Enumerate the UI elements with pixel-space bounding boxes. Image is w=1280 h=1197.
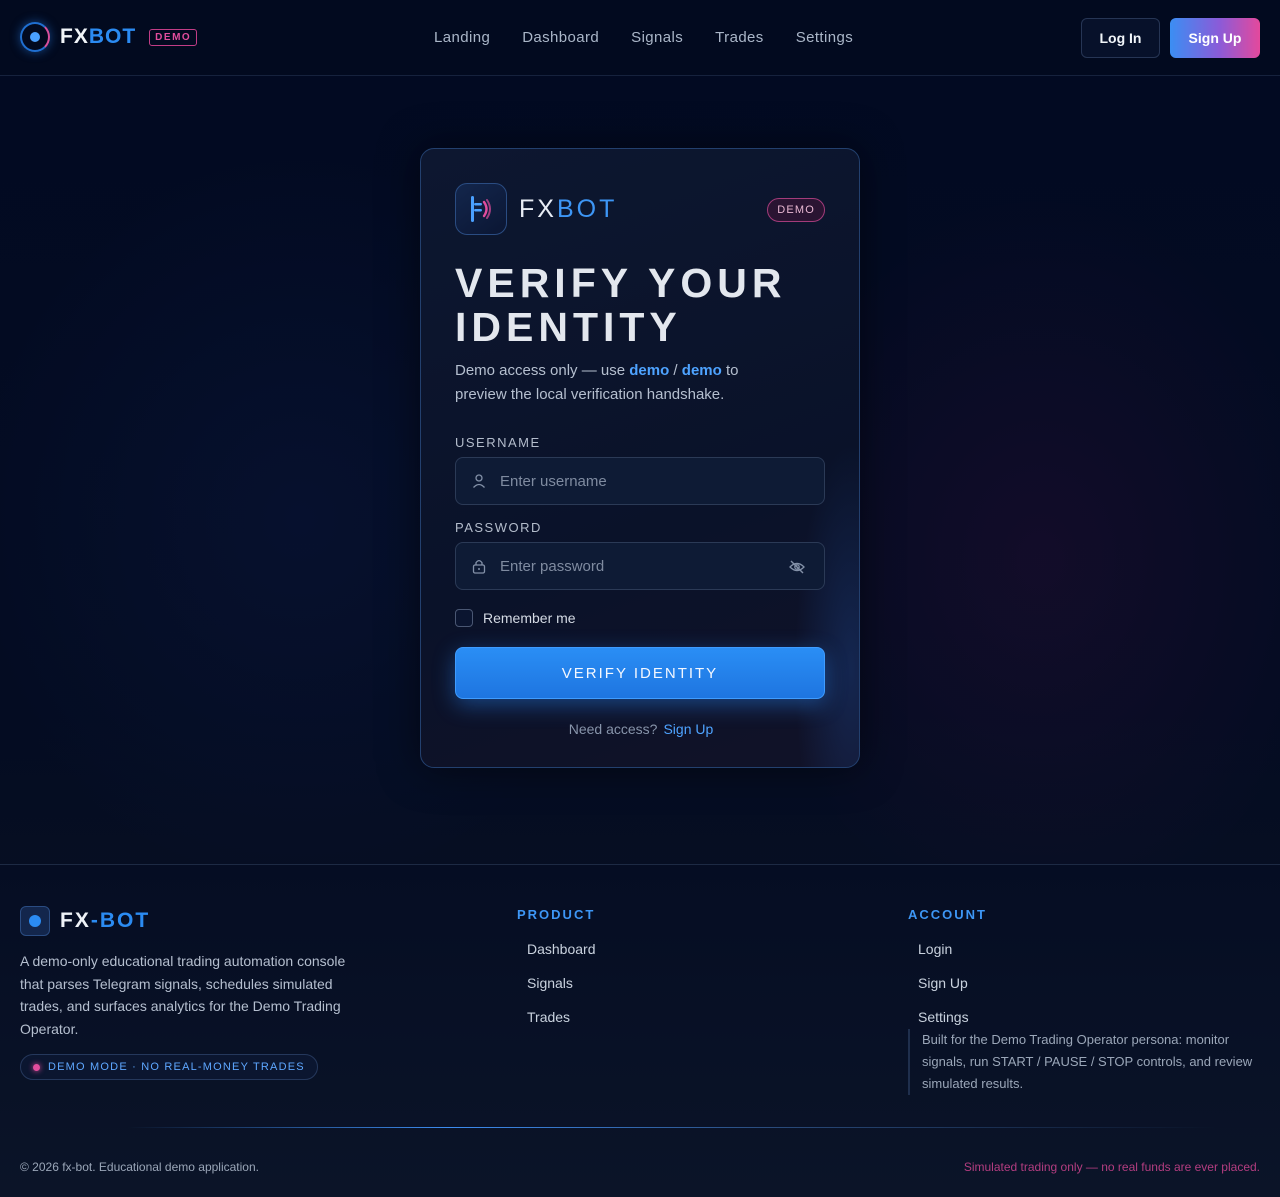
user-icon — [473, 474, 485, 488]
password-label: PASSWORD — [455, 520, 542, 535]
lock-icon — [472, 560, 486, 574]
login-button[interactable]: Log In — [1081, 18, 1160, 58]
remember-checkbox[interactable] — [455, 609, 473, 627]
username-field-wrapper — [455, 457, 825, 505]
nav-trades[interactable]: Trades — [699, 29, 780, 46]
username-label: USERNAME — [455, 435, 541, 450]
footer-link-signup[interactable]: Sign Up — [918, 975, 968, 991]
brand-ring-icon — [20, 22, 50, 52]
password-input[interactable] — [500, 543, 770, 589]
nav-signals[interactable]: Signals — [615, 29, 699, 46]
remember-label: Remember me — [483, 610, 576, 626]
footer-link-settings[interactable]: Settings — [918, 1009, 969, 1025]
footer-logo-icon — [20, 906, 50, 936]
footer-link-signals[interactable]: Signals — [527, 975, 573, 991]
footer-brand-name: FX-BOT — [60, 909, 151, 932]
footer-note: Built for the Demo Trading Operator pers… — [908, 1029, 1258, 1095]
main-nav: Landing Dashboard Signals Trades Setting… — [418, 29, 869, 46]
status-dot-icon — [33, 1063, 40, 1071]
footer-link-trades[interactable]: Trades — [527, 1009, 570, 1025]
brand-logo[interactable]: FXBOT DEMO — [20, 22, 198, 52]
simulated-disclaimer: Simulated trading only — no real funds a… — [963, 1160, 1260, 1174]
need-access-row: Need access? Sign Up — [568, 721, 714, 737]
password-field-wrapper — [455, 542, 825, 590]
demo-mode-badge: DEMO MODE · NO REAL-MONEY TRADES — [20, 1054, 318, 1080]
brand-name: FXBOT — [60, 25, 137, 48]
signup-button[interactable]: Sign Up — [1170, 18, 1260, 58]
card-demo-badge: DEMO — [767, 198, 825, 222]
product-heading: PRODUCT — [517, 907, 596, 922]
site-footer: FX-BOT A demo-only educational trading a… — [0, 864, 1280, 1197]
remember-me[interactable]: Remember me — [455, 609, 576, 627]
account-heading: ACCOUNT — [908, 907, 987, 922]
page-title: VERIFY YOUR IDENTITY — [455, 260, 787, 350]
verify-card: FXBOT DEMO VERIFY YOUR IDENTITY Demo acc… — [420, 148, 860, 768]
footer-divider — [0, 1127, 1280, 1128]
nav-landing[interactable]: Landing — [418, 29, 506, 46]
username-input[interactable] — [500, 458, 770, 504]
top-navbar: FXBOT DEMO Landing Dashboard Signals Tra… — [0, 0, 1280, 76]
verify-identity-button[interactable]: VERIFY IDENTITY — [455, 647, 825, 699]
copyright: © 2026 fx-bot. Educational demo applicat… — [20, 1160, 259, 1174]
footer-description: A demo-only educational trading automati… — [20, 953, 346, 1037]
eye-off-icon[interactable] — [788, 558, 806, 576]
nav-settings[interactable]: Settings — [780, 29, 869, 46]
card-description: Demo access only — use demo / demo to pr… — [455, 362, 739, 403]
signup-link[interactable]: Sign Up — [663, 721, 713, 737]
demo-badge: DEMO — [149, 28, 198, 46]
footer-link-dashboard[interactable]: Dashboard — [527, 941, 596, 957]
fxbot-logo-icon — [455, 183, 507, 235]
footer-link-login[interactable]: Login — [918, 941, 952, 957]
card-brand-name: FXBOT — [519, 195, 618, 223]
nav-dashboard[interactable]: Dashboard — [506, 29, 615, 46]
